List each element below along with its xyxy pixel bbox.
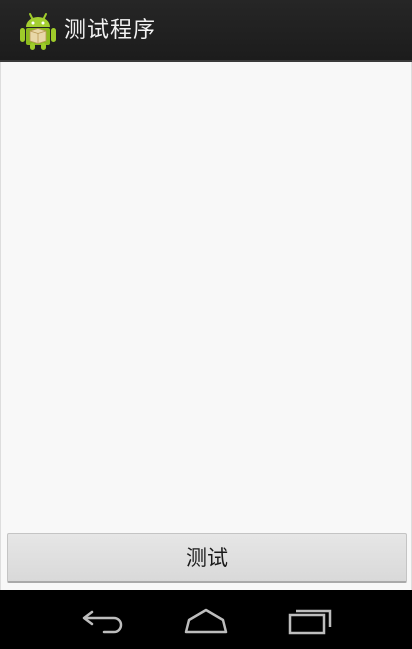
recent-apps-icon[interactable] (280, 602, 340, 638)
test-button[interactable]: 测试 (7, 533, 407, 583)
android-robot-icon[interactable] (20, 12, 56, 50)
back-arrow-icon[interactable] (74, 602, 134, 638)
app-title: 测试程序 (64, 18, 157, 43)
content-area: 测试 (0, 62, 412, 590)
app-screen: 测试程序 测试 (0, 0, 412, 649)
home-icon[interactable] (176, 602, 236, 638)
navigation-bar (0, 590, 412, 649)
action-bar: 测试程序 (0, 0, 412, 62)
